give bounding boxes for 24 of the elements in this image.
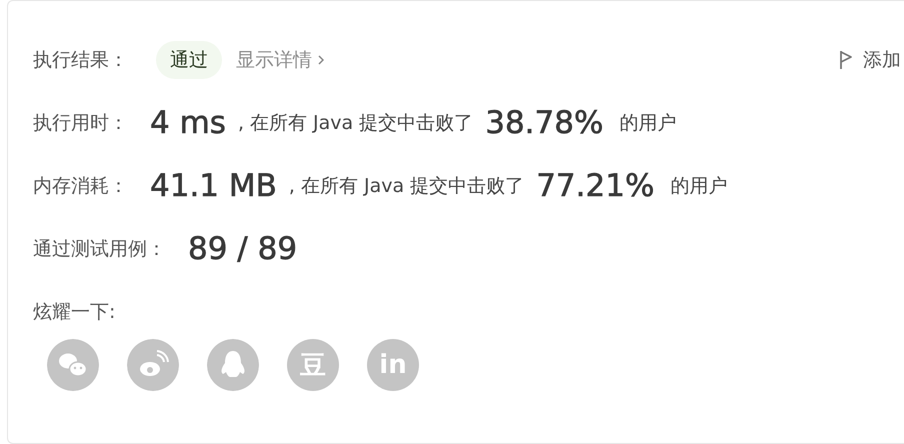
stat-text: , 在所有 Java 提交中击败了 xyxy=(288,174,524,198)
share-label: 炫耀一下: xyxy=(33,300,116,324)
stat-label: 执行用时： xyxy=(33,110,128,136)
share-button[interactable]: in xyxy=(367,339,419,391)
stat-percent: 77.21% xyxy=(536,168,654,204)
chat-bubbles-icon[interactable] xyxy=(47,339,99,391)
stat-suffix: 的用户 xyxy=(670,174,728,198)
status-badge: 通过 xyxy=(156,41,222,79)
stat-value: 41.1 MB xyxy=(150,168,277,204)
stat-suffix: 的用户 xyxy=(619,110,676,136)
tests-label: 通过测试用例： xyxy=(33,236,166,262)
penguin-icon[interactable] xyxy=(207,339,259,391)
flag-icon xyxy=(839,50,853,70)
tests-value: 89 / 89 xyxy=(188,230,298,266)
stat-text: , 在所有 Java 提交中击败了 xyxy=(238,110,474,136)
chevron-icon xyxy=(318,55,324,65)
share-button[interactable]: 豆 xyxy=(287,339,339,391)
stat-value: 4 ms xyxy=(150,104,226,140)
stat-label: 内存消耗： xyxy=(33,174,128,198)
details-link[interactable]: 显示详情 xyxy=(236,47,324,73)
swirl-eye-icon[interactable] xyxy=(127,339,179,391)
stat-percent: 38.78% xyxy=(485,104,604,140)
result-label: 执行结果： xyxy=(33,48,128,73)
add-note-link[interactable]: 添加 xyxy=(839,47,901,73)
